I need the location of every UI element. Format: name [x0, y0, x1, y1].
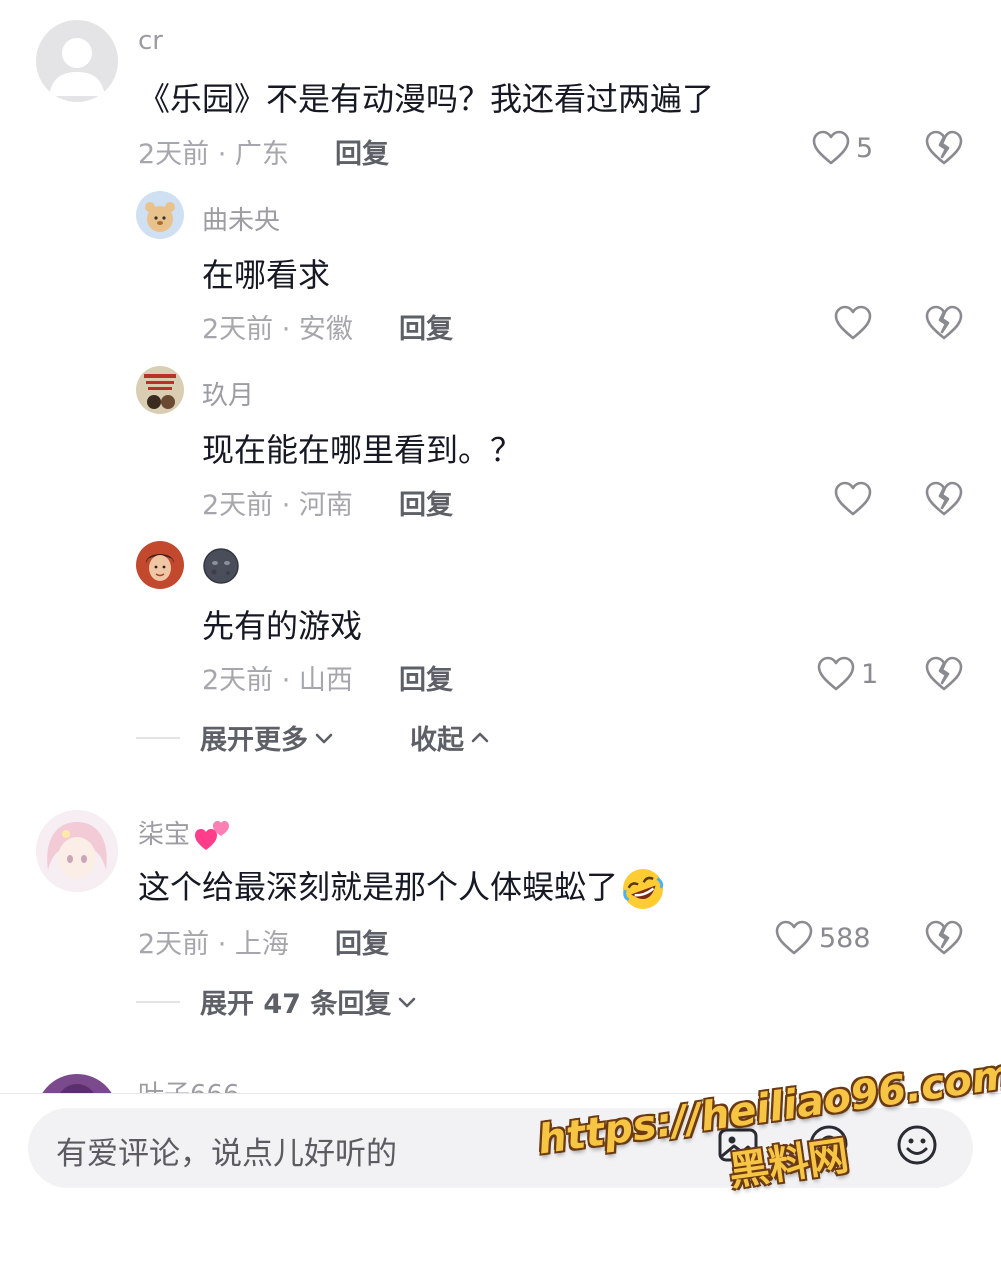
- comment-item: 叶子666: [0, 0, 1001, 1093]
- avatar[interactable]: [36, 1074, 118, 1093]
- comment-input-placeholder: 有爱评论，说点儿好听的: [56, 1136, 397, 1172]
- purple-avatar-icon: [36, 1074, 118, 1093]
- comment-username[interactable]: 叶子666: [138, 1074, 240, 1093]
